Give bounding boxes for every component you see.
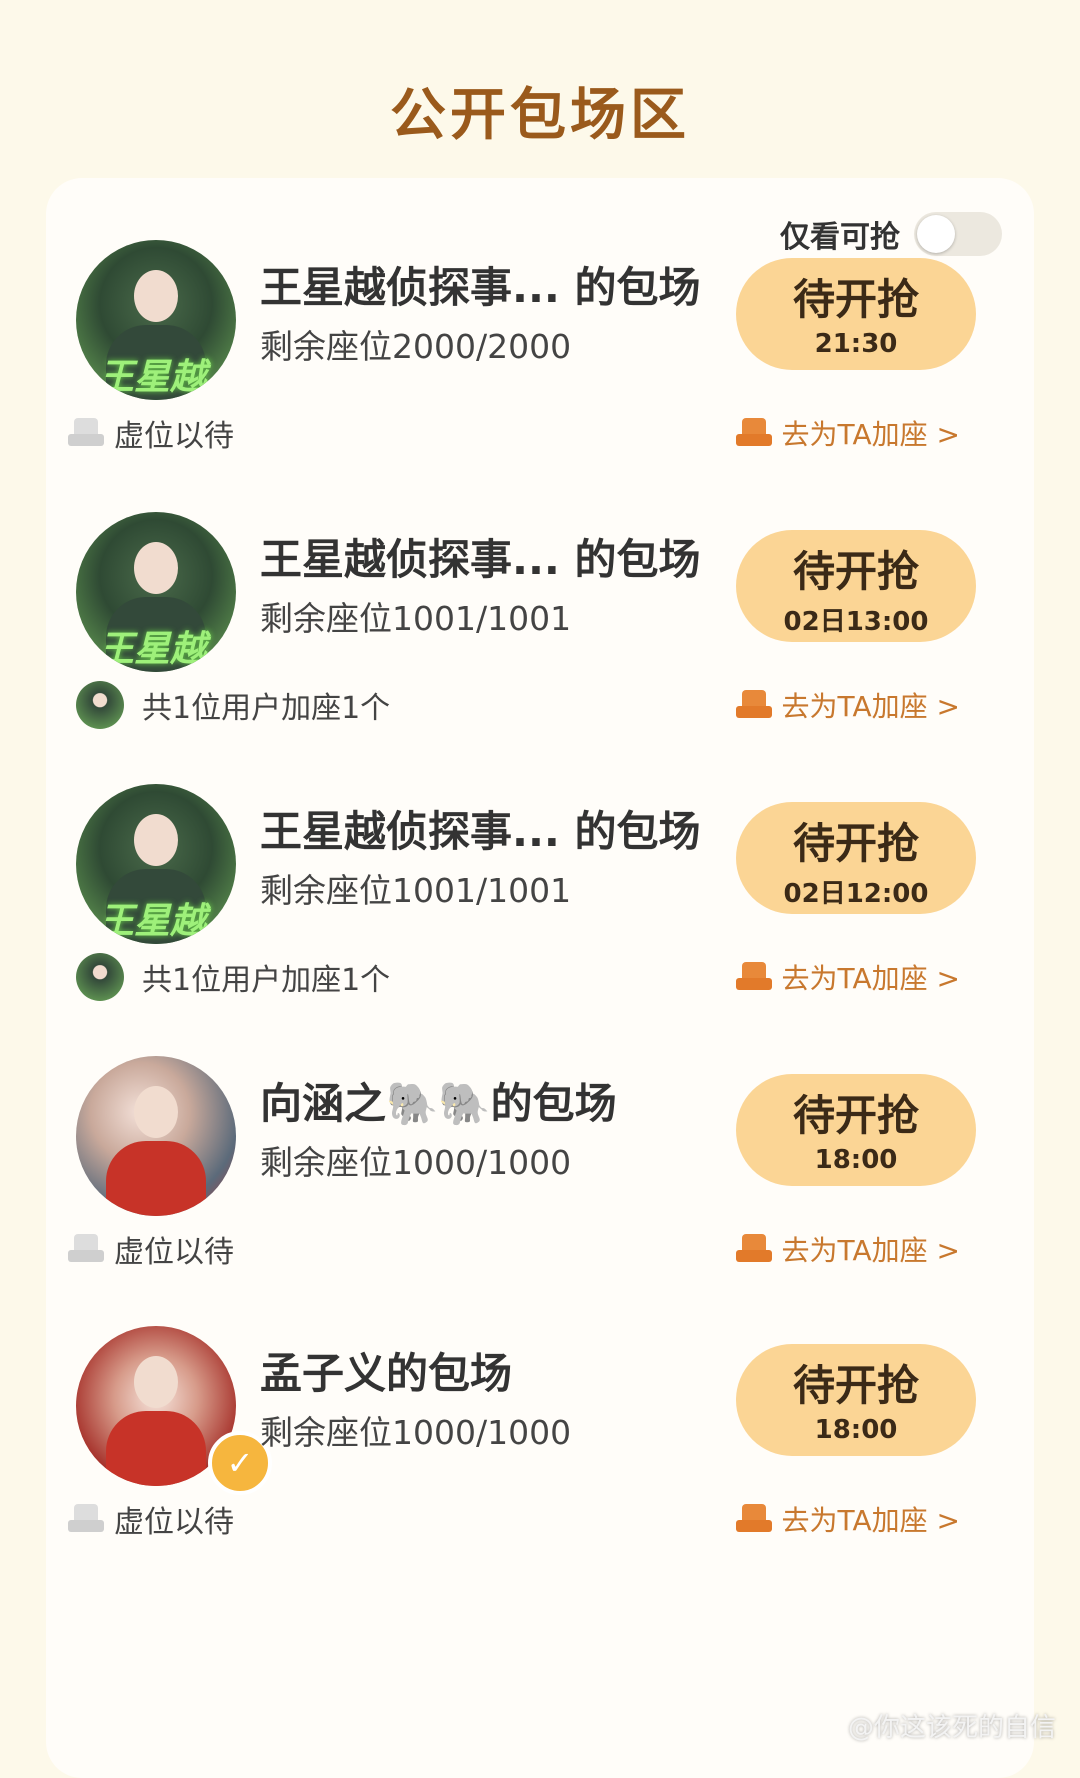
avatar-face — [134, 1086, 178, 1138]
watermark: @你这该死的自信 — [847, 1713, 1056, 1743]
seat-status: 共1位用户加座1个 — [76, 680, 390, 730]
room-card[interactable]: ✓ 孟子义的包场 剩余座位1000/1000 待开抢 18:00 虚位以待 去为… — [46, 1326, 1034, 1626]
empty-seat-icon — [68, 418, 104, 448]
supporter-avatar[interactable] — [76, 953, 124, 1001]
seat-status-text: 共1位用户加座1个 — [142, 963, 391, 998]
seat-status-text: 虚位以待 — [114, 419, 234, 454]
seat-status: 虚位以待 — [68, 1224, 234, 1274]
room-name: 孟子义的包场 — [260, 1349, 513, 1398]
grab-button[interactable]: 待开抢 02日13:00 — [736, 530, 976, 642]
empty-seat-icon — [68, 1234, 104, 1264]
page-title: 公开包场区 — [390, 83, 690, 148]
host-avatar[interactable]: 王星越 — [76, 512, 236, 672]
remaining-seats: 剩余座位2000/2000 — [260, 327, 572, 366]
add-seat-link[interactable]: 去为TA加座 > — [735, 408, 960, 458]
add-seat-link[interactable]: 去为TA加座 > — [735, 952, 960, 1002]
add-seat-text: 去为TA加座 > — [781, 962, 960, 995]
room-name: 向涵之🐘🐘的包场 — [260, 1079, 617, 1128]
remaining-seats: 剩余座位1001/1001 — [260, 871, 572, 910]
seat-status: 虚位以待 — [68, 1494, 234, 1544]
grab-button-time: 18:00 — [814, 1145, 898, 1175]
room-name: 王星越侦探事... 的包场 — [260, 535, 701, 584]
seat-icon — [735, 1234, 772, 1264]
seat-status: 虚位以待 — [68, 408, 234, 458]
host-avatar[interactable] — [76, 1056, 236, 1216]
avatar-figure — [106, 1411, 206, 1486]
add-seat-link[interactable]: 去为TA加座 > — [735, 680, 960, 730]
seat-icon — [735, 690, 772, 720]
add-seat-text: 去为TA加座 > — [781, 1504, 960, 1537]
avatar-text: 王星越 — [98, 901, 207, 942]
add-seat-link[interactable]: 去为TA加座 > — [735, 1224, 960, 1274]
seat-icon — [735, 1504, 772, 1534]
seat-icon — [735, 962, 772, 992]
room-card[interactable]: 王星越 王星越侦探事... 的包场 剩余座位1001/1001 待开抢 02日1… — [46, 784, 1034, 1084]
room-card[interactable]: 王星越 王星越侦探事... 的包场 剩余座位2000/2000 待开抢 21:3… — [46, 240, 1034, 540]
grab-button-time: 18:00 — [814, 1415, 898, 1445]
host-avatar[interactable]: 王星越 — [76, 240, 236, 400]
add-seat-text: 去为TA加座 > — [781, 690, 960, 723]
seat-status-text: 虚位以待 — [114, 1235, 234, 1270]
grab-button-label: 待开抢 — [792, 819, 919, 868]
avatar-face — [134, 270, 178, 322]
avatar-text: 王星越 — [98, 629, 207, 670]
avatar-face — [134, 1356, 178, 1408]
add-seat-text: 去为TA加座 > — [781, 418, 960, 451]
seat-icon — [735, 418, 772, 448]
grab-button[interactable]: 待开抢 18:00 — [736, 1344, 976, 1456]
seat-status-text: 共1位用户加座1个 — [142, 691, 391, 726]
add-seat-link[interactable]: 去为TA加座 > — [735, 1494, 960, 1544]
avatar-figure — [106, 1141, 206, 1216]
add-seat-text: 去为TA加座 > — [781, 1234, 960, 1267]
empty-seat-icon — [68, 1504, 104, 1534]
seat-status-text: 虚位以待 — [114, 1505, 234, 1540]
grab-button[interactable]: 待开抢 18:00 — [736, 1074, 976, 1186]
remaining-seats: 剩余座位1000/1000 — [260, 1413, 572, 1452]
room-card[interactable]: 向涵之🐘🐘的包场 剩余座位1000/1000 待开抢 18:00 虚位以待 去为… — [46, 1056, 1034, 1356]
grab-button-time: 02日13:00 — [783, 607, 929, 637]
host-avatar[interactable]: 王星越 — [76, 784, 236, 944]
room-name: 王星越侦探事... 的包场 — [260, 807, 701, 856]
grab-button[interactable]: 待开抢 02日12:00 — [736, 802, 976, 914]
grab-button-label: 待开抢 — [792, 1361, 919, 1410]
grab-button-label: 待开抢 — [792, 547, 919, 596]
grab-button[interactable]: 待开抢 21:30 — [736, 258, 976, 370]
grab-button-time: 21:30 — [814, 329, 898, 359]
avatar-face — [134, 814, 178, 866]
grab-button-label: 待开抢 — [792, 1091, 919, 1140]
grab-button-time: 02日12:00 — [783, 879, 929, 909]
remaining-seats: 剩余座位1001/1001 — [260, 599, 572, 638]
room-name: 王星越侦探事... 的包场 — [260, 263, 701, 312]
room-card[interactable]: 王星越 王星越侦探事... 的包场 剩余座位1001/1001 待开抢 02日1… — [46, 512, 1034, 812]
remaining-seats: 剩余座位1000/1000 — [260, 1143, 572, 1182]
grab-button-label: 待开抢 — [792, 275, 919, 324]
supporter-avatar[interactable] — [76, 681, 124, 729]
avatar-face — [134, 542, 178, 594]
avatar-text: 王星越 — [98, 357, 207, 398]
seat-status: 共1位用户加座1个 — [76, 952, 390, 1002]
